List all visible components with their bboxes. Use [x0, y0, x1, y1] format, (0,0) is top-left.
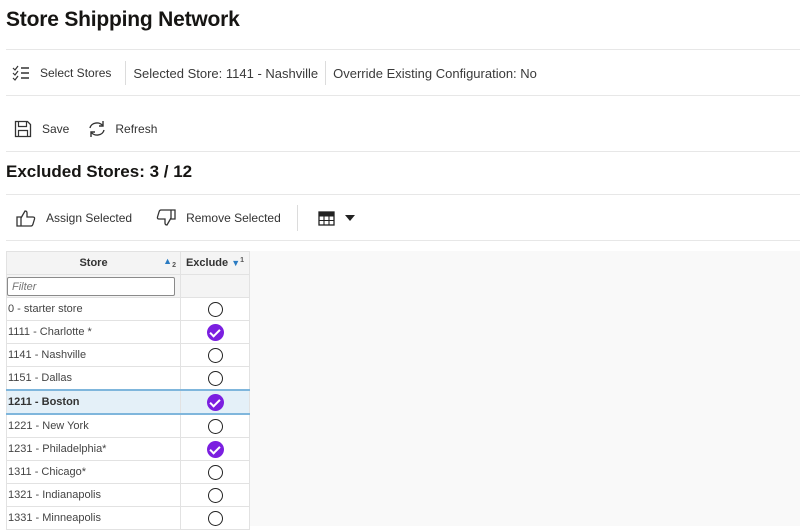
exclude-cell: [180, 389, 250, 415]
table-row[interactable]: 1331 - Minneapolis: [6, 506, 250, 530]
exclude-cell: [180, 506, 250, 530]
store-name: 1141 - Nashville: [8, 349, 87, 361]
store-name: 1321 - Indianapolis: [8, 489, 101, 501]
divider: [6, 49, 800, 50]
store-cell: 1331 - Minneapolis: [6, 506, 181, 530]
checked-circle-icon[interactable]: [206, 393, 224, 411]
exclude-cell: [180, 460, 250, 484]
table-row[interactable]: 1111 - Charlotte *: [6, 320, 250, 344]
store-cell: 1221 - New York: [6, 414, 181, 438]
save-button[interactable]: Save: [6, 120, 79, 138]
filter-row: [6, 274, 250, 298]
save-icon: [14, 120, 32, 138]
unchecked-circle-icon[interactable]: [207, 487, 223, 503]
store-name: 1231 - Philadelphia*: [8, 443, 107, 455]
store-name: 0 - starter store: [8, 303, 83, 315]
unchecked-circle-icon[interactable]: [207, 510, 223, 526]
column-label: Exclude: [185, 257, 229, 269]
unchecked-circle-icon[interactable]: [207, 347, 223, 363]
unchecked-circle-icon[interactable]: [207, 418, 223, 434]
table-row[interactable]: 1311 - Chicago*: [6, 460, 250, 484]
top-toolbar: Select Stores Selected Store: 1141 - Nas…: [6, 52, 544, 94]
select-stores-label: Select Stores: [40, 66, 112, 80]
store-name: 1221 - New York: [8, 420, 89, 432]
checked-circle-icon[interactable]: [206, 323, 224, 341]
column-label: Store: [79, 257, 108, 269]
select-stores-button[interactable]: Select Stores: [6, 65, 125, 81]
exclude-cell: [180, 297, 250, 321]
page-title: Store Shipping Network: [6, 8, 240, 31]
column-header-store[interactable]: Store ▲2: [6, 251, 181, 275]
divider: [6, 194, 800, 195]
store-cell: 1211 - Boston: [6, 389, 181, 415]
sort-ascending-icon: ▲2: [163, 256, 176, 269]
store-cell: 1141 - Nashville: [6, 343, 181, 367]
thumbs-down-icon: [156, 209, 176, 226]
exclude-cell: [180, 483, 250, 507]
checklist-icon: [12, 65, 29, 81]
selected-store-text: Selected Store: 1141 - Nashville: [133, 65, 319, 81]
excluded-stores-grid: Store ▲2 Exclude ▼1 0 - starter store 111…: [6, 251, 800, 530]
store-cell: 0 - starter store: [6, 297, 181, 321]
view-menu-button[interactable]: [298, 210, 365, 226]
table-row[interactable]: 1221 - New York: [6, 414, 250, 438]
unchecked-circle-icon[interactable]: [207, 301, 223, 317]
table-icon: [318, 210, 335, 226]
section-title: Excluded Stores: 3 / 12: [6, 162, 193, 181]
actions-toolbar: Save Refresh: [6, 112, 167, 146]
exclude-cell: [180, 343, 250, 367]
unchecked-circle-icon[interactable]: [207, 370, 223, 386]
table-row[interactable]: 1141 - Nashville: [6, 343, 250, 367]
store-name: 1151 - Dallas: [8, 372, 72, 384]
table-row[interactable]: 1211 - Boston: [6, 389, 250, 415]
chevron-down-icon: [344, 215, 355, 221]
grid-toolbar: Assign Selected Remove Selected: [6, 200, 365, 236]
exclude-cell: [180, 366, 250, 391]
store-cell: 1151 - Dallas: [6, 366, 181, 391]
store-filter-input[interactable]: [7, 277, 175, 296]
remove-selected-button[interactable]: Remove Selected: [146, 209, 297, 227]
exclude-cell: [180, 414, 250, 438]
table-row[interactable]: 1231 - Philadelphia*: [6, 437, 250, 461]
unchecked-circle-icon[interactable]: [207, 464, 223, 480]
override-config-text: Override Existing Configuration: No: [333, 65, 537, 81]
thumbs-up-icon: [16, 210, 36, 227]
refresh-label: Refresh: [115, 122, 158, 136]
store-cell: 1111 - Charlotte *: [6, 320, 181, 344]
exclude-cell: [180, 320, 250, 344]
table-row[interactable]: 1321 - Indianapolis: [6, 483, 250, 507]
store-cell: 1321 - Indianapolis: [6, 483, 181, 507]
refresh-icon: [89, 121, 106, 137]
table-row[interactable]: 0 - starter store: [6, 297, 250, 321]
exclude-cell: [180, 437, 250, 461]
remove-selected-label: Remove Selected: [186, 211, 281, 225]
store-name: 1331 - Minneapolis: [8, 512, 101, 524]
store-name: 1211 - Boston: [8, 396, 80, 408]
store-cell: 1311 - Chicago*: [6, 460, 181, 484]
checked-circle-icon[interactable]: [206, 440, 224, 458]
assign-selected-label: Assign Selected: [46, 211, 133, 225]
divider: [6, 95, 800, 96]
refresh-button[interactable]: Refresh: [79, 120, 167, 138]
save-label: Save: [42, 122, 70, 136]
store-name: 1311 - Chicago*: [8, 466, 87, 478]
sort-descending-icon: ▼1: [231, 257, 245, 268]
assign-selected-button[interactable]: Assign Selected: [6, 209, 146, 227]
divider: [6, 151, 800, 152]
column-header-exclude[interactable]: Exclude ▼1: [180, 251, 250, 275]
table-row[interactable]: 1151 - Dallas: [6, 366, 250, 391]
divider: [6, 240, 800, 241]
store-name: 1111 - Charlotte *: [8, 326, 92, 338]
store-cell: 1231 - Philadelphia*: [6, 437, 181, 461]
